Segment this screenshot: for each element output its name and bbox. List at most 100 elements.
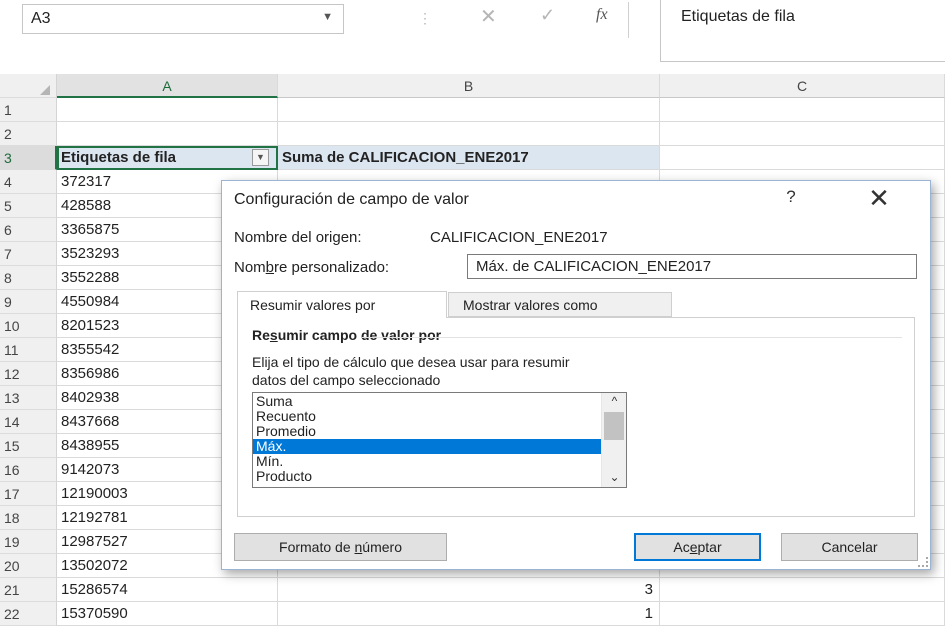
function-list-item[interactable]: Promedio [253,424,601,439]
row-header[interactable]: 19 [0,530,57,554]
confirm-entry-icon[interactable]: ✓ [540,5,555,26]
cancel-button[interactable]: Cancelar [781,533,918,561]
row-header[interactable]: 5 [0,194,57,218]
row-header[interactable]: 8 [0,266,57,290]
chevron-down-icon[interactable]: ▼ [322,11,333,23]
row-header[interactable]: 6 [0,218,57,242]
section-title: Resumir campo de valor por [252,327,441,343]
cell-a[interactable]: 15286574 [57,578,278,602]
listbox-scrollbar[interactable]: ^ ⌄ [601,393,626,487]
row-header[interactable]: 9 [0,290,57,314]
button-accesskey: e [689,539,698,555]
button-label-part: Formato de [279,539,355,555]
cell-c[interactable] [660,146,945,170]
row-header[interactable]: 22 [0,602,57,626]
cancel-entry-icon[interactable]: ✕ [480,4,497,29]
function-list-item[interactable]: Recuento [253,409,601,424]
cell-a[interactable] [57,98,278,122]
cell-value: 8438955 [61,437,120,454]
row-header[interactable]: 18 [0,506,57,530]
column-header-b[interactable]: B [278,74,660,98]
cell-a[interactable]: Etiquetas de fila ▼ [57,146,278,170]
row-header[interactable]: 1 [0,98,57,122]
row-header[interactable]: 12 [0,362,57,386]
resize-grip-icon[interactable] [918,557,928,567]
section-divider [362,337,902,338]
section-title-part: umir campo de valor por [277,327,442,343]
custom-label-accesskey: b [265,259,275,276]
row-header[interactable]: 4 [0,170,57,194]
scroll-down-icon[interactable]: ⌄ [602,469,626,486]
row-header[interactable]: 11 [0,338,57,362]
cell-value: 13502072 [61,557,128,574]
row-header[interactable]: 20 [0,554,57,578]
scroll-up-icon[interactable]: ^ [602,393,626,410]
cell-b[interactable]: Suma de CALIFICACION_ENE2017 [278,146,660,170]
insert-function-icon[interactable]: fx [596,6,608,24]
custom-label-part: re personalizado: [274,259,390,276]
function-list-item[interactable]: Máx. [253,439,601,454]
row-header[interactable]: 13 [0,386,57,410]
tab-summarize-values-by[interactable]: Resumir valores por [237,291,447,318]
cell-c[interactable] [660,98,945,122]
summarize-tab-panel: Resumir campo de valor por Elija el tipo… [237,317,915,517]
row-header[interactable]: 10 [0,314,57,338]
tab-show-values-as[interactable]: Mostrar valores como [448,292,672,317]
cell-a[interactable] [57,122,278,146]
column-header-c[interactable]: C [660,74,945,98]
row-header[interactable]: 7 [0,242,57,266]
cell-value: 8437668 [61,413,120,430]
select-all-corner[interactable] [0,74,57,98]
cell-value: 372317 [61,173,112,190]
function-list-item[interactable]: Mín. [253,454,601,469]
filter-dropdown-icon[interactable]: ▼ [252,149,269,166]
formula-input[interactable]: Etiquetas de fila [660,0,945,62]
number-format-button[interactable]: Formato de número [234,533,447,561]
cell-value: 8355542 [61,341,120,358]
close-icon[interactable]: ✕ [864,183,894,214]
row-header[interactable]: 17 [0,482,57,506]
ok-button[interactable]: Aceptar [634,533,761,561]
cell-c[interactable] [660,578,945,602]
table-row: 1 [0,98,945,122]
cell-b[interactable]: 1 [278,602,660,626]
cell-value: 9142073 [61,461,120,478]
function-list-item[interactable]: Suma [253,394,601,409]
table-row: 22 15370590 1 [0,602,945,626]
button-label-part: ptar [697,539,722,555]
instruction-text: datos del campo seleccionado [252,372,441,388]
cell-b[interactable] [278,122,660,146]
help-icon[interactable]: ? [781,187,801,207]
section-title-accesskey: s [269,327,278,343]
row-header[interactable]: 3 [0,146,57,170]
cell-value: 3365875 [61,221,120,238]
row-header[interactable]: 2 [0,122,57,146]
row-header[interactable]: 21 [0,578,57,602]
column-header-a[interactable]: A [57,74,278,98]
dialog-title: Configuración de campo de valor [234,191,469,208]
instruction-text: Elija el tipo de cálculo que desea usar … [252,354,570,370]
row-header[interactable]: 15 [0,434,57,458]
cell-a[interactable]: 15370590 [57,602,278,626]
cell-value: 3552288 [61,269,120,286]
cell-b[interactable] [278,98,660,122]
function-list-item[interactable]: Producto [253,469,601,484]
cell-value: 8356986 [61,365,120,382]
name-box[interactable]: A3 ▼ [22,4,344,34]
cell-b[interactable]: 3 [278,578,660,602]
custom-label-part: Nom [234,259,266,276]
section-title-part: Re [252,327,270,343]
scrollbar-thumb[interactable] [604,412,624,440]
table-row: 2 [0,122,945,146]
row-header[interactable]: 14 [0,410,57,434]
custom-name-input[interactable]: Máx. de CALIFICACION_ENE2017 [467,254,917,279]
cell-value: Etiquetas de fila [61,149,177,166]
cell-c[interactable] [660,602,945,626]
cell-value: 4550984 [61,293,120,310]
row-header[interactable]: 16 [0,458,57,482]
cell-c[interactable] [660,122,945,146]
button-label-part: Ac [673,539,690,555]
cell-value: 8402938 [61,389,120,406]
function-listbox[interactable]: Suma Recuento Promedio Máx. Mín. Producto ^ ⌄ [252,392,627,488]
cell-value: 3523293 [61,245,120,262]
